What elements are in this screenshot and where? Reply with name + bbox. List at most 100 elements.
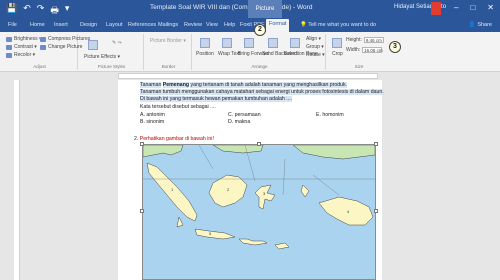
tab-design[interactable]: Design bbox=[80, 22, 97, 28]
compress-icon bbox=[40, 36, 46, 42]
bring-forward-icon[interactable] bbox=[244, 38, 254, 48]
picture-effects-icon[interactable] bbox=[88, 40, 98, 50]
wrap-text-label: Wrap Text bbox=[218, 51, 241, 57]
brightness-label: Brightness ▾ bbox=[14, 36, 42, 42]
contrast-icon bbox=[6, 44, 12, 50]
tab-layout[interactable]: Layout bbox=[106, 22, 123, 28]
tab-file[interactable]: File bbox=[8, 22, 17, 28]
option-c: C. persamaan bbox=[228, 112, 261, 118]
picture-effects-label: Picture Effects ▾ bbox=[84, 54, 121, 60]
group-picture-styles: Picture Effects ▾ ✎ ⤳ Picture Styles bbox=[80, 34, 144, 70]
resize-handle-top-right[interactable] bbox=[374, 142, 378, 146]
paragraph-line-2: Tanaman tumbuh menggunakan cahaya mataha… bbox=[140, 89, 384, 95]
resize-handle-right[interactable] bbox=[374, 209, 378, 213]
question-2-text: Perhatikan gambar di bawah ini! bbox=[139, 136, 214, 142]
callout-2: 2 bbox=[254, 24, 266, 36]
group-label-picture-styles: Picture Styles bbox=[97, 64, 126, 69]
align-button[interactable]: Align ▾ bbox=[306, 36, 321, 42]
redo-icon[interactable]: ↷ bbox=[37, 3, 45, 19]
height-input[interactable]: 9.46 cm bbox=[363, 37, 384, 43]
tab-home[interactable]: Home bbox=[30, 22, 45, 28]
brightness-icon bbox=[6, 36, 12, 42]
resize-handle-top[interactable] bbox=[257, 142, 261, 146]
document-page[interactable]: Tanaman Pemenang yang tertanam di tanah … bbox=[118, 80, 384, 280]
map-drawing: 1 23 45 bbox=[142, 144, 376, 279]
indonesia-map-image[interactable]: 123 45 bbox=[140, 142, 378, 280]
group-border: Picture Border ▾ Border bbox=[146, 34, 192, 70]
option-d: D. makna bbox=[228, 119, 251, 125]
brightness-button[interactable]: Brightness ▾ bbox=[6, 36, 42, 42]
tab-view[interactable]: View bbox=[206, 22, 218, 28]
selection-pane-icon[interactable] bbox=[290, 38, 300, 48]
highlighted-word: Pemenang bbox=[162, 82, 190, 88]
question-2: 2. Perhatikan gambar di bawah ini! bbox=[134, 136, 214, 142]
quick-access-toolbar: 💾 ↶ ↷ 🖶 ▾ bbox=[6, 3, 69, 19]
horizontal-ruler[interactable] bbox=[0, 72, 500, 80]
recolor-button[interactable]: Recolor ▾ bbox=[6, 52, 35, 58]
paragraph-line-3: Di bawah ini yang termasuk hewan pemakan… bbox=[140, 96, 292, 102]
customize-qat-icon[interactable]: ▾ bbox=[65, 3, 70, 19]
resize-handle-left[interactable] bbox=[140, 209, 144, 213]
crop-icon[interactable] bbox=[332, 38, 342, 48]
crop-button[interactable]: Crop bbox=[332, 51, 343, 57]
callout-3: 3 bbox=[389, 41, 401, 53]
change-picture-button[interactable]: Change Picture bbox=[40, 44, 82, 50]
position-icon[interactable] bbox=[200, 38, 210, 48]
avatar[interactable] bbox=[431, 2, 441, 15]
paragraph-line-1-post: yang tertanam di tanah adalah tanaman ya… bbox=[190, 82, 348, 88]
group-adjust: Brightness ▾ Contrast ▾ Recolor ▾ Compre… bbox=[2, 34, 90, 70]
question-stem: Kata tersebut disebut sebagai .... bbox=[140, 104, 216, 110]
paragraph-line-1-pre: Tanaman bbox=[140, 82, 162, 88]
group-label-adjust: Adjust bbox=[33, 64, 46, 69]
vertical-ruler[interactable] bbox=[14, 80, 20, 280]
tab-review[interactable]: Review bbox=[184, 22, 202, 28]
tab-references[interactable]: References bbox=[128, 22, 156, 28]
wrap-text-button[interactable]: Wrap Text bbox=[218, 51, 240, 57]
tell-me-label: Tell me what you want to do bbox=[308, 22, 377, 28]
close-button[interactable]: ✕ bbox=[487, 3, 494, 12]
ribbon-format: Brightness ▾ Contrast ▾ Recolor ▾ Compre… bbox=[0, 32, 500, 72]
window-title: Template Soal WIR VIII dan (Compatibilit… bbox=[150, 4, 313, 11]
contrast-button[interactable]: Contrast ▾ bbox=[6, 44, 37, 50]
tab-help[interactable]: Help bbox=[224, 22, 235, 28]
rotate-button[interactable]: Rotate ▾ bbox=[306, 52, 325, 58]
undo-icon[interactable]: ↶ bbox=[23, 3, 31, 19]
picture-tools-context-label: Picture Tools bbox=[248, 0, 282, 30]
option-b: B. sinonim bbox=[140, 119, 165, 125]
minimize-button[interactable]: – bbox=[454, 3, 458, 12]
rotate-label: Rotate ▾ bbox=[306, 52, 325, 58]
maximize-button[interactable]: □ bbox=[470, 3, 475, 12]
wrap-text-icon[interactable] bbox=[222, 38, 232, 48]
change-picture-label: Change Picture bbox=[48, 44, 83, 50]
change-picture-icon bbox=[40, 44, 46, 50]
paragraph-line-1: Tanaman Pemenang yang tertanam di tanah … bbox=[140, 82, 348, 88]
contrast-label: Contrast ▾ bbox=[14, 44, 37, 50]
styles-gallery[interactable]: ✎ ⤳ bbox=[112, 40, 122, 46]
group-label-size: Size bbox=[354, 64, 364, 69]
align-label: Align ▾ bbox=[306, 36, 322, 42]
picture-effects-button[interactable]: Picture Effects ▾ bbox=[84, 54, 120, 60]
group-label-arrange: Arrange bbox=[251, 64, 268, 69]
save-icon[interactable]: 💾 bbox=[6, 3, 17, 19]
resize-handle-top-left[interactable] bbox=[140, 142, 144, 146]
width-control: Width: 16.06 cm bbox=[346, 47, 383, 53]
tab-mailings[interactable]: Mailings bbox=[158, 22, 178, 28]
tell-me-search[interactable]: 💡 Tell me what you want to do bbox=[300, 22, 376, 28]
width-label: Width: bbox=[346, 47, 361, 53]
title-bar: 💾 ↶ ↷ 🖶 ▾ Template Soal WIR VIII dan (Co… bbox=[0, 0, 500, 30]
tab-insert[interactable]: Insert bbox=[54, 22, 68, 28]
share-button[interactable]: 👤 Share bbox=[469, 22, 492, 28]
group-button[interactable]: Group ▾ bbox=[306, 44, 324, 50]
send-backward-icon[interactable] bbox=[268, 38, 278, 48]
group-label-border: Border bbox=[161, 64, 176, 69]
position-label: Position bbox=[196, 51, 214, 57]
picture-border-label: Picture Border ▾ bbox=[150, 38, 186, 44]
option-a: A. antonim bbox=[140, 112, 165, 118]
position-button[interactable]: Position bbox=[196, 51, 214, 57]
recolor-icon bbox=[6, 52, 12, 58]
print-icon[interactable]: 🖶 bbox=[50, 3, 59, 19]
picture-border-button[interactable]: Picture Border ▾ bbox=[150, 38, 186, 44]
ribbon-tabs: File Home Insert Design Layout Reference… bbox=[0, 18, 500, 32]
tab-format[interactable]: Format bbox=[266, 19, 290, 32]
width-input[interactable]: 16.06 cm bbox=[362, 47, 383, 53]
